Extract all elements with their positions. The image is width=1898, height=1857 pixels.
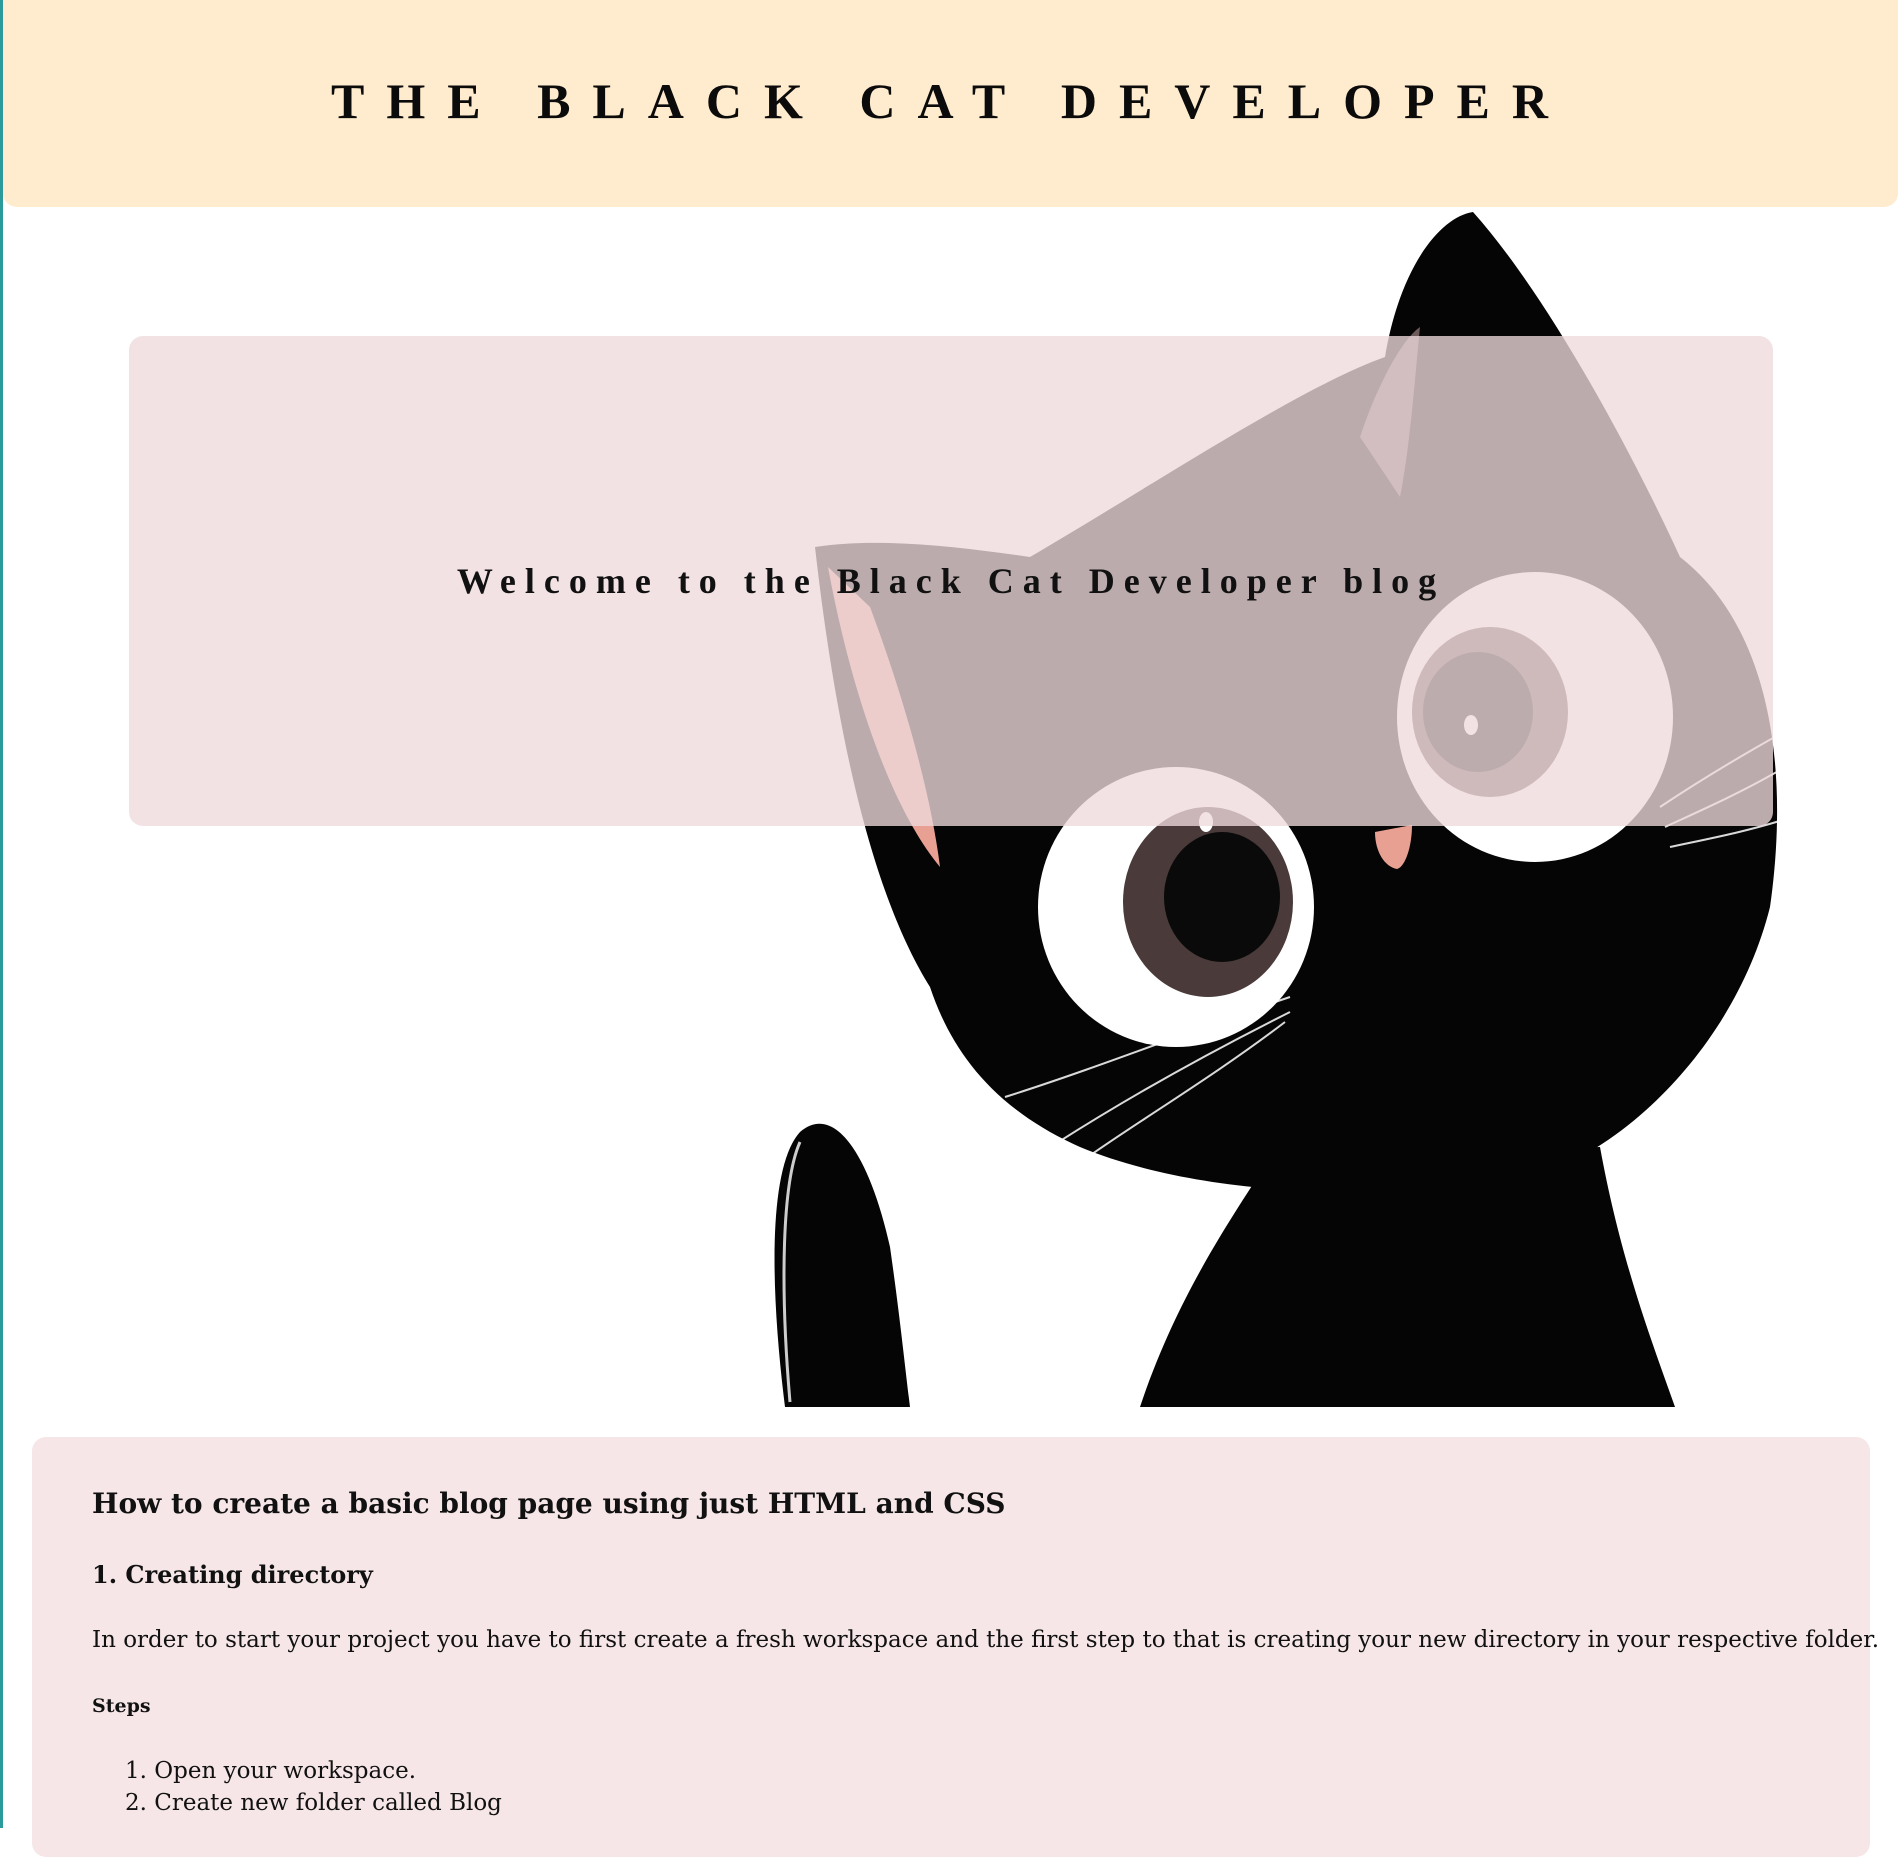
blog-article: How to create a basic blog page using ju… <box>32 1437 1879 1857</box>
section-title: 1. Creating directory <box>92 1560 373 1589</box>
site-title: THE BLACK CAT DEVELOPER <box>330 72 1570 129</box>
steps-label: Steps <box>92 1695 151 1717</box>
cat-paw <box>774 1123 910 1407</box>
site-header: THE BLACK CAT DEVELOPER <box>3 0 1898 207</box>
article-title: How to create a basic blog page using ju… <box>92 1487 1006 1520</box>
list-item: 2. Create new folder called Blog <box>125 1790 502 1816</box>
steps-list: 1. Open your workspace. 2. Create new fo… <box>92 1755 502 1819</box>
hero-section: Welcome to the Black Cat Developer blog <box>0 207 1898 1407</box>
cat-pupil-left <box>1164 832 1280 962</box>
welcome-panel: Welcome to the Black Cat Developer blog <box>129 336 1773 826</box>
list-item: 1. Open your workspace. <box>125 1758 417 1784</box>
welcome-heading: Welcome to the Black Cat Developer blog <box>456 561 1446 601</box>
article-paragraph: In order to start your project you have … <box>92 1627 1880 1653</box>
